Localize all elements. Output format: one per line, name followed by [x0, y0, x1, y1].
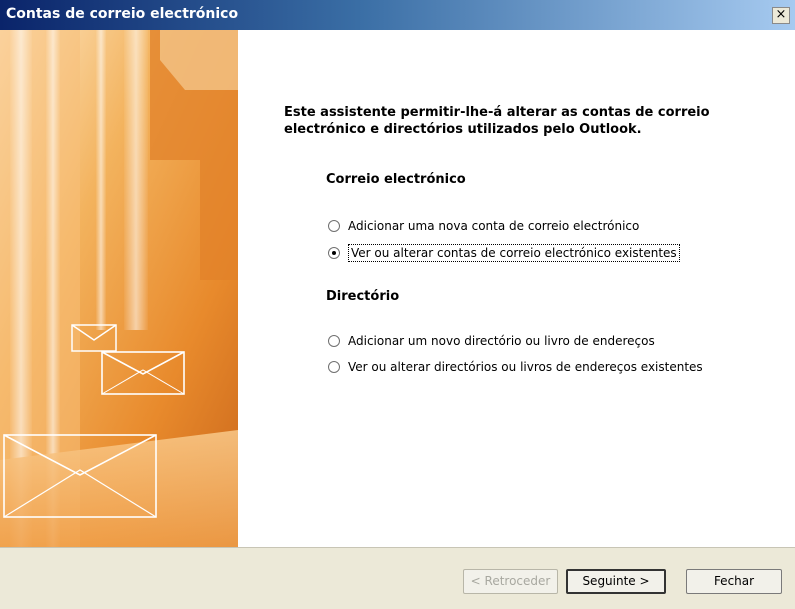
- radio-add-email-account[interactable]: Adicionar uma nova conta de correio elec…: [328, 216, 639, 236]
- email-accounts-dialog: Contas de correio electrónico × Este ass…: [0, 0, 795, 609]
- window-title: Contas de correio electrónico: [6, 6, 239, 22]
- radio-label: Ver ou alterar contas de correio electró…: [348, 244, 680, 262]
- radio-label: Adicionar uma nova conta de correio elec…: [348, 219, 640, 233]
- close-icon[interactable]: ×: [772, 7, 790, 24]
- close-button[interactable]: Fechar: [686, 569, 782, 594]
- intro-text: Este assistente permitir-lhe-á alterar a…: [284, 105, 710, 137]
- radio-label: Ver ou alterar directórios ou livros de …: [348, 360, 703, 374]
- radio-button[interactable]: [328, 335, 340, 347]
- next-button[interactable]: Seguinte >: [566, 569, 666, 594]
- directory-section-title: Directório: [326, 289, 400, 304]
- radio-button[interactable]: [328, 220, 340, 232]
- radio-view-email-accounts[interactable]: Ver ou alterar contas de correio electró…: [328, 243, 680, 263]
- radio-label: Adicionar um novo directório ou livro de…: [348, 334, 655, 348]
- wizard-content: Este assistente permitir-lhe-á alterar a…: [238, 30, 795, 547]
- radio-button[interactable]: [328, 361, 340, 373]
- wizard-button-bar: < Retroceder Seguinte > Fechar: [0, 547, 795, 609]
- title-bar[interactable]: Contas de correio electrónico ×: [0, 0, 795, 30]
- wizard-side-illustration: [0, 30, 238, 547]
- radio-view-directories[interactable]: Ver ou alterar directórios ou livros de …: [328, 357, 703, 377]
- radio-add-directory[interactable]: Adicionar um novo directório ou livro de…: [328, 331, 655, 351]
- email-section-title: Correio electrónico: [326, 172, 466, 187]
- back-button[interactable]: < Retroceder: [463, 569, 558, 594]
- radio-button[interactable]: [328, 247, 340, 259]
